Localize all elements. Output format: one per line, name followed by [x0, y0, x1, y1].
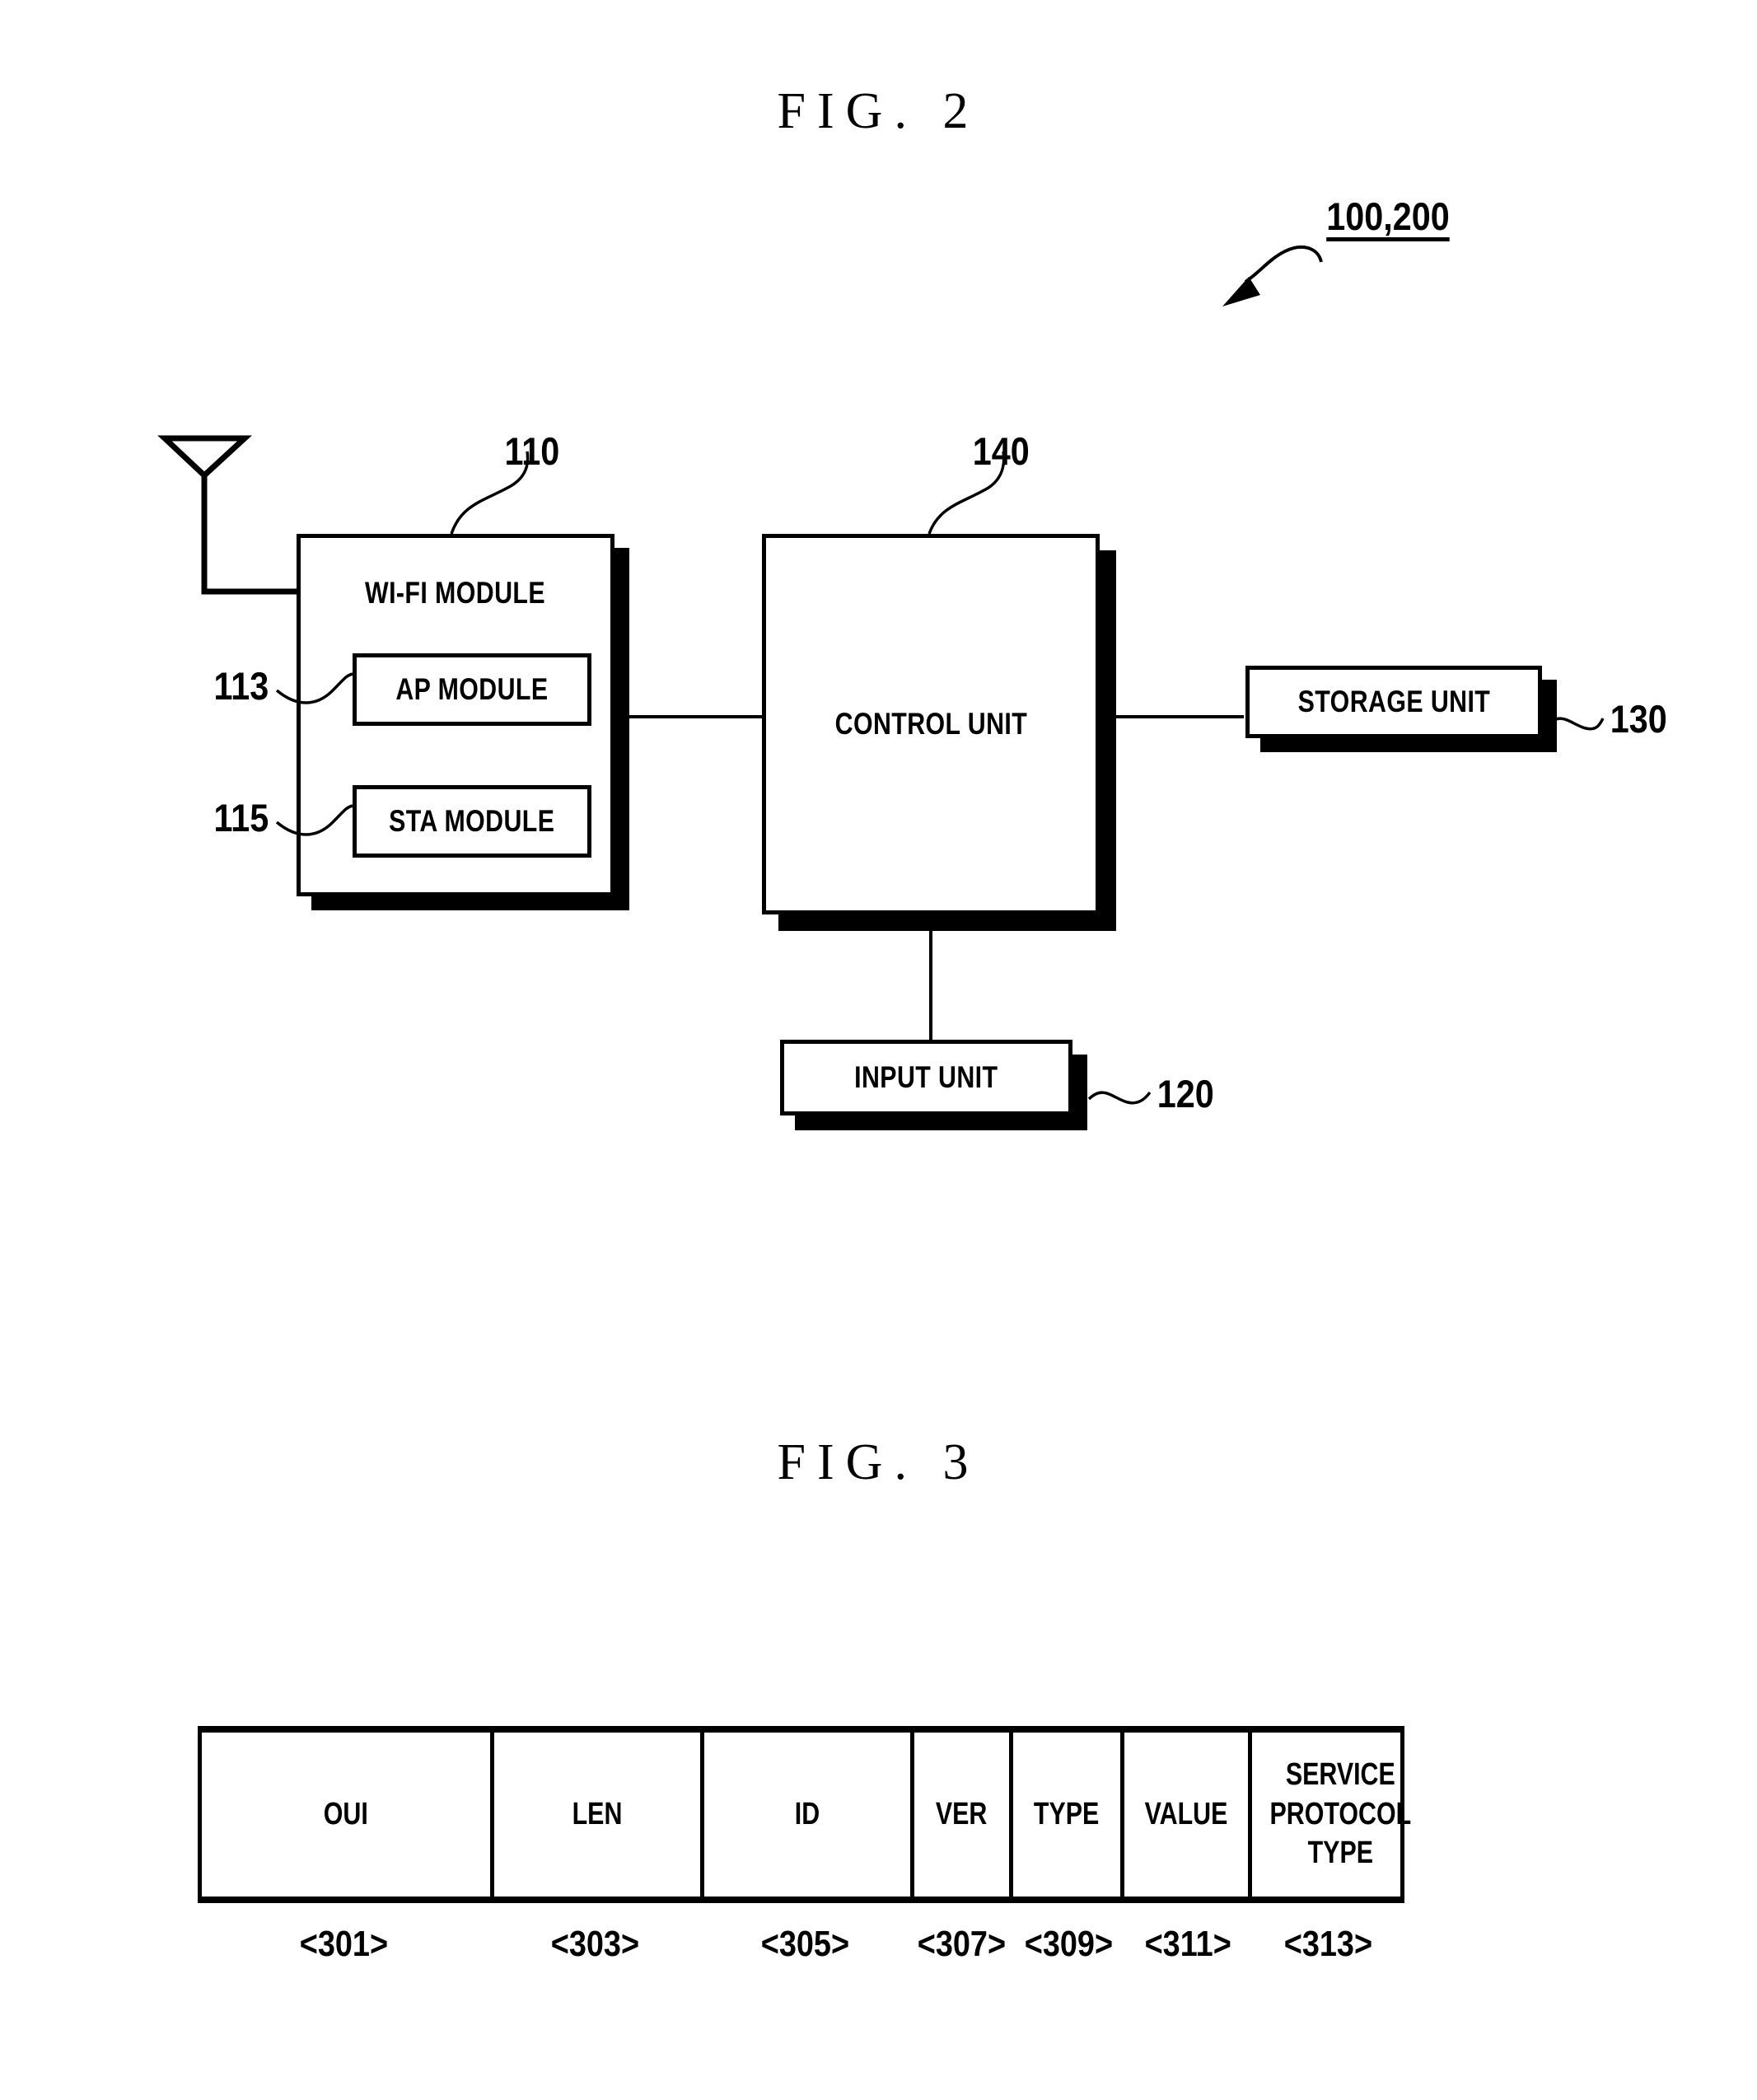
- table-ref-service-protocol-type-label: <313>: [1283, 1924, 1373, 1964]
- wifi-module-label: WI-FI MODULE: [365, 576, 546, 610]
- table-ref-id: <305>: [700, 1920, 910, 1969]
- storage-unit-label: STORAGE UNIT: [1297, 684, 1490, 718]
- table-header-value: VALUE: [1144, 1796, 1228, 1831]
- table-header-id: ID: [794, 1796, 820, 1831]
- table-cell-service-protocol-type: SERVICE PROTOCOL TYPE: [1252, 1733, 1429, 1897]
- table-reference-numerals: <301> <303> <305> <307> <309> <311> <313…: [198, 1920, 1404, 1969]
- storage-unit-reference-numeral: 130: [1610, 697, 1667, 741]
- control-unit-reference-numeral: 140: [972, 429, 1030, 473]
- service-descriptor-table: OUI LEN ID VER TYPE VALUE SERVICE PROTOC…: [198, 1726, 1411, 1903]
- wifi-module-reference-numeral: 110: [504, 429, 560, 473]
- sta-module-reference-numeral: 115: [213, 796, 269, 840]
- table-cell-id: ID: [704, 1733, 914, 1897]
- connector-control-to-storage: [1096, 715, 1244, 718]
- figure-3-title: FIG. 3: [777, 1434, 980, 1490]
- table-header-len: LEN: [572, 1796, 623, 1831]
- control-unit-label: CONTROL UNIT: [834, 706, 1027, 741]
- table-ref-ver: <307>: [910, 1920, 1013, 1969]
- ap-module-label: AP MODULE: [395, 671, 549, 706]
- table-ref-ver-label: <307>: [917, 1924, 1007, 1964]
- table-cell-type: TYPE: [1013, 1733, 1124, 1897]
- table-ref-type-label: <309>: [1024, 1924, 1113, 1964]
- control-unit-block[interactable]: CONTROL UNIT: [762, 534, 1100, 914]
- table-cell-oui: OUI: [202, 1733, 494, 1897]
- connector-wifi-to-control: [626, 715, 766, 718]
- leader-line-120: [1087, 1091, 1152, 1105]
- antenna-icon: [157, 435, 298, 595]
- ap-module-reference-numeral: 113: [213, 664, 269, 708]
- sta-module-label: STA MODULE: [389, 803, 555, 838]
- device-reference-numeral: 100,200: [1326, 194, 1450, 238]
- table-ref-id-label: <305>: [760, 1924, 850, 1964]
- table-ref-oui-label: <301>: [299, 1924, 389, 1964]
- table-header-ver: VER: [936, 1796, 988, 1831]
- sta-module-block[interactable]: STA MODULE: [353, 785, 591, 858]
- storage-unit-block[interactable]: STORAGE UNIT: [1245, 666, 1542, 738]
- table-cell-value: VALUE: [1124, 1733, 1252, 1897]
- table-header-service-protocol-type: SERVICE PROTOCOL TYPE: [1269, 1757, 1412, 1871]
- table-ref-type: <309>: [1013, 1920, 1124, 1969]
- table-ref-len: <303>: [490, 1920, 700, 1969]
- input-unit-block[interactable]: INPUT UNIT: [780, 1040, 1072, 1115]
- table-ref-value-label: <311>: [1144, 1924, 1231, 1964]
- table-ref-value: <311>: [1124, 1920, 1252, 1969]
- table-ref-len-label: <303>: [550, 1924, 640, 1964]
- table-header-oui: OUI: [323, 1796, 369, 1831]
- table-cell-ver: VER: [914, 1733, 1013, 1897]
- table-cell-len: LEN: [494, 1733, 704, 1897]
- ap-module-block[interactable]: AP MODULE: [353, 653, 591, 726]
- device-reference-arrow: [1222, 245, 1323, 306]
- input-unit-label: INPUT UNIT: [854, 1059, 998, 1094]
- input-unit-reference-numeral: 120: [1157, 1072, 1214, 1115]
- table-ref-oui: <301>: [198, 1920, 490, 1969]
- table-header-type: TYPE: [1034, 1796, 1100, 1831]
- table-ref-service-protocol-type: <313>: [1252, 1920, 1404, 1969]
- figure-2-title: FIG. 2: [777, 83, 980, 139]
